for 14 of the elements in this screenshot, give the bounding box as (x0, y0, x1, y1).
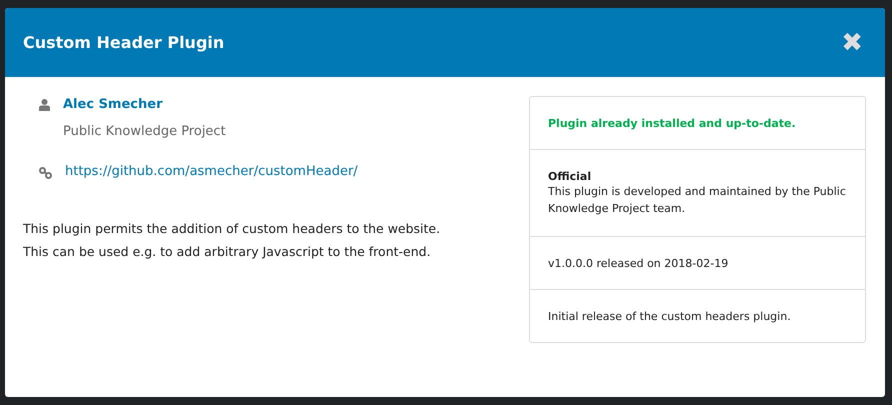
status-message: Plugin already installed and up-to-date. (548, 116, 797, 130)
link-icon (39, 167, 52, 179)
description-text: This plugin permits the addition of custom headers to the website. (23, 221, 442, 236)
modal-title: Custom Header Plugin (23, 33, 224, 52)
release-text: Initial release of the custom headers plugin. (548, 308, 792, 324)
release-text: v1.0.0.0 released on 2018-02-19 (548, 256, 730, 272)
author-organization: Public Knowledge Project (63, 124, 226, 139)
user-icon (39, 99, 50, 111)
official-heading: Official (548, 170, 592, 182)
homepage-link[interactable]: https://github.com/asmecher/customHeader/ (65, 164, 358, 179)
close-button[interactable]: ✖ (841, 30, 863, 56)
author-name-link[interactable]: Alec Smecher (63, 96, 226, 114)
official-description: This plugin is developed and maintained by the Public Knowledge Project team. (548, 184, 847, 216)
description-text: This can be used e.g. to add arbitrary Javascript to the front-end. (23, 244, 432, 259)
